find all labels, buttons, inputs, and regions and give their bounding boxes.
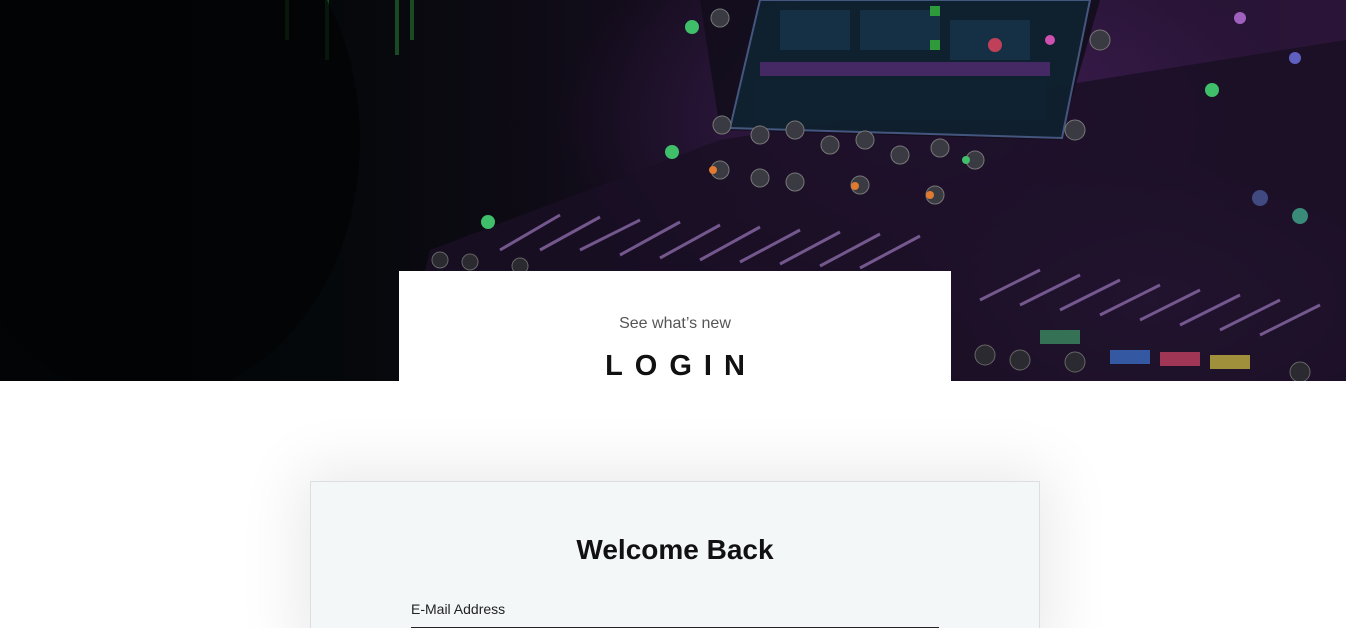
page-title: LOGIN: [605, 350, 757, 381]
hero-subtitle: See what’s new: [619, 315, 731, 332]
email-label: E-Mail Address: [411, 601, 506, 617]
email-field[interactable]: [411, 616, 939, 628]
login-form-card: Welcome Back E-Mail Address: [310, 481, 1040, 628]
hero-title-card: See what’s new LOGIN: [399, 271, 951, 381]
welcome-heading: Welcome Back: [576, 534, 774, 565]
hero-banner: See what’s new LOGIN: [0, 0, 1346, 381]
login-page: See what’s new LOGIN Welcome Back E-Mail…: [0, 0, 1346, 628]
